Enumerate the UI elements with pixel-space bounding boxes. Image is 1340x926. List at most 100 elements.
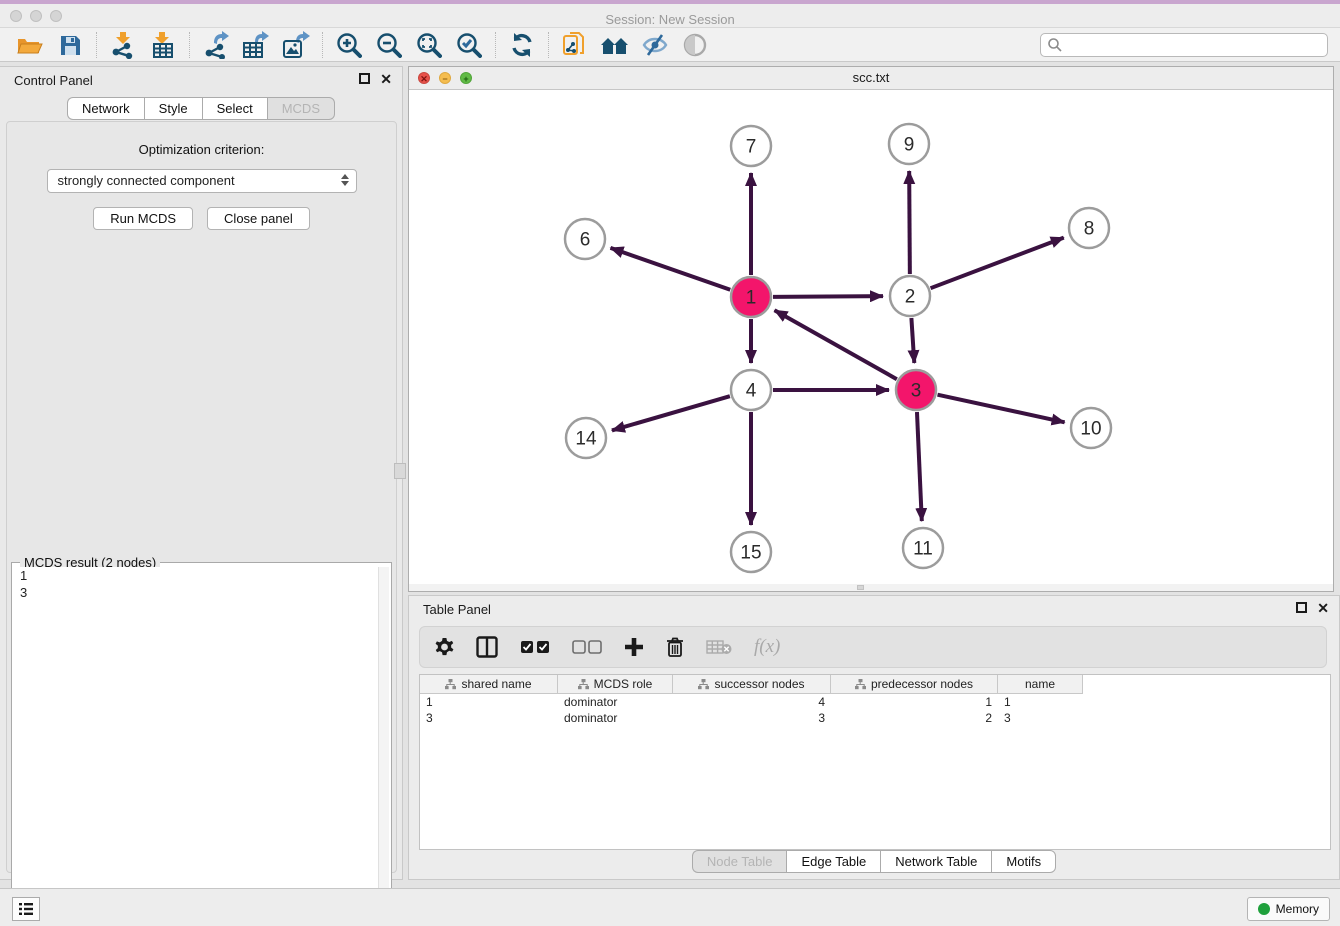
- save-session-button[interactable]: [50, 30, 90, 60]
- network-canvas[interactable]: 7 9 6 8 1 2 4 3 14 10 15 11: [409, 90, 1333, 584]
- float-panel-icon[interactable]: [359, 73, 370, 84]
- edge-3-1[interactable]: [775, 310, 897, 379]
- import-network-button[interactable]: [103, 30, 143, 60]
- network-view-title: scc.txt: [409, 67, 1333, 89]
- open-session-button[interactable]: [10, 30, 50, 60]
- edge-1-6[interactable]: [610, 248, 730, 290]
- split-panel-button[interactable]: [476, 636, 498, 658]
- node-15[interactable]: 15: [731, 532, 771, 572]
- table-cell[interactable]: 3: [998, 710, 1083, 726]
- edge-3-11[interactable]: [917, 412, 922, 521]
- gear-icon: [434, 637, 454, 657]
- edge-2-8[interactable]: [931, 238, 1064, 289]
- network-view-window: ✕ − + scc.txt 7 9 6 8 1 2 4 3 14 10 15 11: [408, 66, 1334, 592]
- column-header[interactable]: shared name: [420, 675, 558, 694]
- tab-network-table[interactable]: Network Table: [880, 850, 991, 873]
- table-cell[interactable]: 4: [673, 694, 831, 710]
- table-row[interactable]: 1dominator411: [420, 694, 1330, 710]
- tab-motifs[interactable]: Motifs: [991, 850, 1056, 873]
- export-table-icon: [242, 31, 270, 59]
- zoom-fit-button[interactable]: [409, 30, 449, 60]
- minimize-view-icon[interactable]: −: [439, 72, 451, 84]
- close-view-icon[interactable]: ✕: [418, 72, 430, 84]
- node-10[interactable]: 10: [1071, 408, 1111, 448]
- zoom-selected-icon: [456, 32, 482, 58]
- export-image-button[interactable]: [276, 30, 316, 60]
- export-table-button[interactable]: [236, 30, 276, 60]
- tab-select[interactable]: Select: [202, 97, 267, 120]
- delete-table-button[interactable]: [706, 639, 732, 655]
- table-cell[interactable]: dominator: [558, 694, 673, 710]
- tab-edge-table[interactable]: Edge Table: [786, 850, 880, 873]
- splitter-grip[interactable]: [394, 463, 406, 479]
- apply-layout-button[interactable]: [502, 30, 542, 60]
- node-1[interactable]: 1: [731, 277, 771, 317]
- memory-button[interactable]: Memory: [1247, 897, 1330, 921]
- run-mcds-button[interactable]: Run MCDS: [93, 207, 193, 230]
- main-toolbar: [0, 28, 1340, 62]
- delete-column-button[interactable]: [666, 637, 684, 657]
- add-column-button[interactable]: [624, 637, 644, 657]
- eye-disabled-icon: [682, 33, 708, 57]
- node-11[interactable]: 11: [903, 528, 943, 568]
- edge-3-10[interactable]: [937, 395, 1064, 423]
- table-cell[interactable]: dominator: [558, 710, 673, 726]
- table-cell[interactable]: 1: [831, 694, 998, 710]
- import-table-button[interactable]: [143, 30, 183, 60]
- select-all-columns-button[interactable]: [520, 640, 550, 654]
- clone-network-button[interactable]: [555, 30, 595, 60]
- close-table-panel-icon[interactable]: ✕: [1317, 600, 1329, 617]
- table-cell[interactable]: 3: [673, 710, 831, 726]
- zoom-selected-button[interactable]: [449, 30, 489, 60]
- maximize-view-icon[interactable]: +: [460, 72, 472, 84]
- node-label: 7: [746, 137, 757, 158]
- column-header[interactable]: successor nodes: [673, 675, 831, 694]
- titlebar[interactable]: Session: New Session: [0, 4, 1340, 28]
- edge-2-3[interactable]: [911, 318, 914, 363]
- column-header[interactable]: predecessor nodes: [831, 675, 998, 694]
- table-row[interactable]: 3dominator323: [420, 710, 1330, 726]
- criterion-dropdown[interactable]: strongly connected component: [47, 169, 357, 193]
- network-window-titlebar[interactable]: ✕ − + scc.txt: [409, 67, 1333, 90]
- resize-grip-icon[interactable]: [857, 585, 864, 590]
- close-panel-icon[interactable]: ✕: [380, 71, 392, 88]
- tab-node-table[interactable]: Node Table: [692, 850, 787, 873]
- edge-1-2[interactable]: [773, 296, 883, 297]
- node-6[interactable]: 6: [565, 219, 605, 259]
- node-7[interactable]: 7: [731, 126, 771, 166]
- node-8[interactable]: 8: [1069, 208, 1109, 248]
- show-log-button[interactable]: [12, 897, 40, 921]
- tab-mcds[interactable]: MCDS: [267, 97, 335, 120]
- table-settings-button[interactable]: [434, 637, 454, 657]
- deselect-all-columns-button[interactable]: [572, 640, 602, 654]
- node-4[interactable]: 4: [731, 370, 771, 410]
- table-cell[interactable]: 1: [998, 694, 1083, 710]
- column-header[interactable]: name: [998, 675, 1083, 694]
- tab-network[interactable]: Network: [67, 97, 144, 120]
- search-box[interactable]: [1040, 33, 1328, 57]
- close-panel-button[interactable]: Close panel: [207, 207, 310, 230]
- node-14[interactable]: 14: [566, 418, 606, 458]
- export-network-button[interactable]: [196, 30, 236, 60]
- search-input[interactable]: [1063, 38, 1327, 53]
- show-graphics-details-button[interactable]: [635, 30, 675, 60]
- column-header[interactable]: MCDS role: [558, 675, 673, 694]
- table-cell[interactable]: 2: [831, 710, 998, 726]
- node-table[interactable]: shared nameMCDS rolesuccessor nodesprede…: [419, 674, 1331, 850]
- table-cell[interactable]: 3: [420, 710, 558, 726]
- node-2[interactable]: 2: [890, 276, 930, 316]
- function-builder-button[interactable]: f(x): [754, 636, 780, 658]
- float-table-panel-icon[interactable]: [1296, 602, 1307, 613]
- tab-style[interactable]: Style: [144, 97, 202, 120]
- edge-4-14[interactable]: [612, 396, 730, 430]
- zoom-in-button[interactable]: [329, 30, 369, 60]
- hide-graphics-details-button[interactable]: [675, 30, 715, 60]
- mcds-result-text[interactable]: 1 3: [14, 567, 377, 926]
- node-3[interactable]: 3: [896, 370, 936, 410]
- node-9[interactable]: 9: [889, 124, 929, 164]
- edge-2-9[interactable]: [909, 171, 910, 274]
- result-scrollbar[interactable]: [378, 567, 389, 926]
- table-cell[interactable]: 1: [420, 694, 558, 710]
- first-neighbors-button[interactable]: [595, 30, 635, 60]
- zoom-out-button[interactable]: [369, 30, 409, 60]
